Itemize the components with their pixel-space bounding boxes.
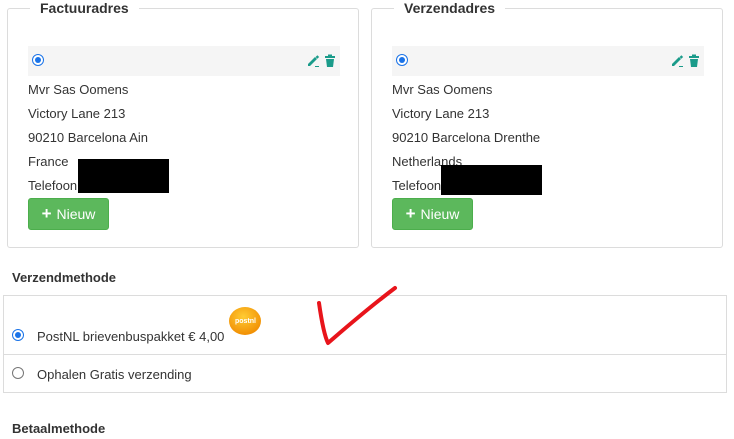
- billing-address-legend: Factuuradres: [30, 0, 139, 16]
- shipping-new-button[interactable]: + Nieuw: [392, 198, 473, 230]
- trash-icon[interactable]: [687, 54, 701, 68]
- billing-address-panel: Factuuradres Mvr Sas Oomens Victory Lane…: [7, 0, 359, 248]
- billing-name: Mvr Sas Oomens: [28, 82, 129, 97]
- billing-new-label: Nieuw: [56, 206, 96, 222]
- trash-icon[interactable]: [323, 54, 337, 68]
- billing-phone-label: Telefoon:: [28, 178, 81, 193]
- shipping-address-header: [392, 46, 704, 76]
- shipping-option-radio[interactable]: [12, 367, 24, 379]
- redaction-box: [441, 165, 542, 195]
- shipping-city: 90210 Barcelona Drenthe: [392, 130, 541, 145]
- redaction-box: [78, 159, 169, 193]
- postnl-logo-text: postnl: [235, 318, 256, 325]
- pencil-icon[interactable]: [670, 54, 684, 68]
- shipping-option-label: Ophalen Gratis verzending: [37, 367, 192, 382]
- billing-address-radio[interactable]: [32, 54, 44, 66]
- shipping-address-legend: Verzendadres: [394, 0, 506, 16]
- shipping-option-label: PostNL brievenbuspakket € 4,00: [37, 329, 225, 344]
- shipping-phone-label: Telefoon:: [392, 178, 445, 193]
- billing-address-header: [28, 46, 340, 76]
- shipping-address-panel: Verzendadres Mvr Sas Oomens Victory Lane…: [371, 0, 723, 248]
- shipping-option-radio[interactable]: [12, 329, 24, 341]
- shipping-address-radio[interactable]: [396, 54, 408, 66]
- checkmark-annotation-icon: [317, 286, 397, 345]
- shipping-method-title: Verzendmethode: [12, 270, 117, 285]
- plus-icon: +: [41, 204, 52, 223]
- payment-method-title: Betaalmethode: [12, 421, 106, 436]
- shipping-new-label: Nieuw: [420, 206, 460, 222]
- pencil-icon[interactable]: [306, 54, 320, 68]
- shipping-name: Mvr Sas Oomens: [392, 82, 493, 97]
- shipping-option-pickup[interactable]: Ophalen Gratis verzending: [4, 355, 726, 393]
- billing-city: 90210 Barcelona Ain: [28, 130, 148, 145]
- billing-street: Victory Lane 213: [28, 106, 126, 121]
- shipping-street: Victory Lane 213: [392, 106, 490, 121]
- billing-new-button[interactable]: + Nieuw: [28, 198, 109, 230]
- billing-country: France: [28, 154, 69, 169]
- postnl-logo-icon: postnl: [228, 306, 262, 336]
- plus-icon: +: [405, 204, 416, 223]
